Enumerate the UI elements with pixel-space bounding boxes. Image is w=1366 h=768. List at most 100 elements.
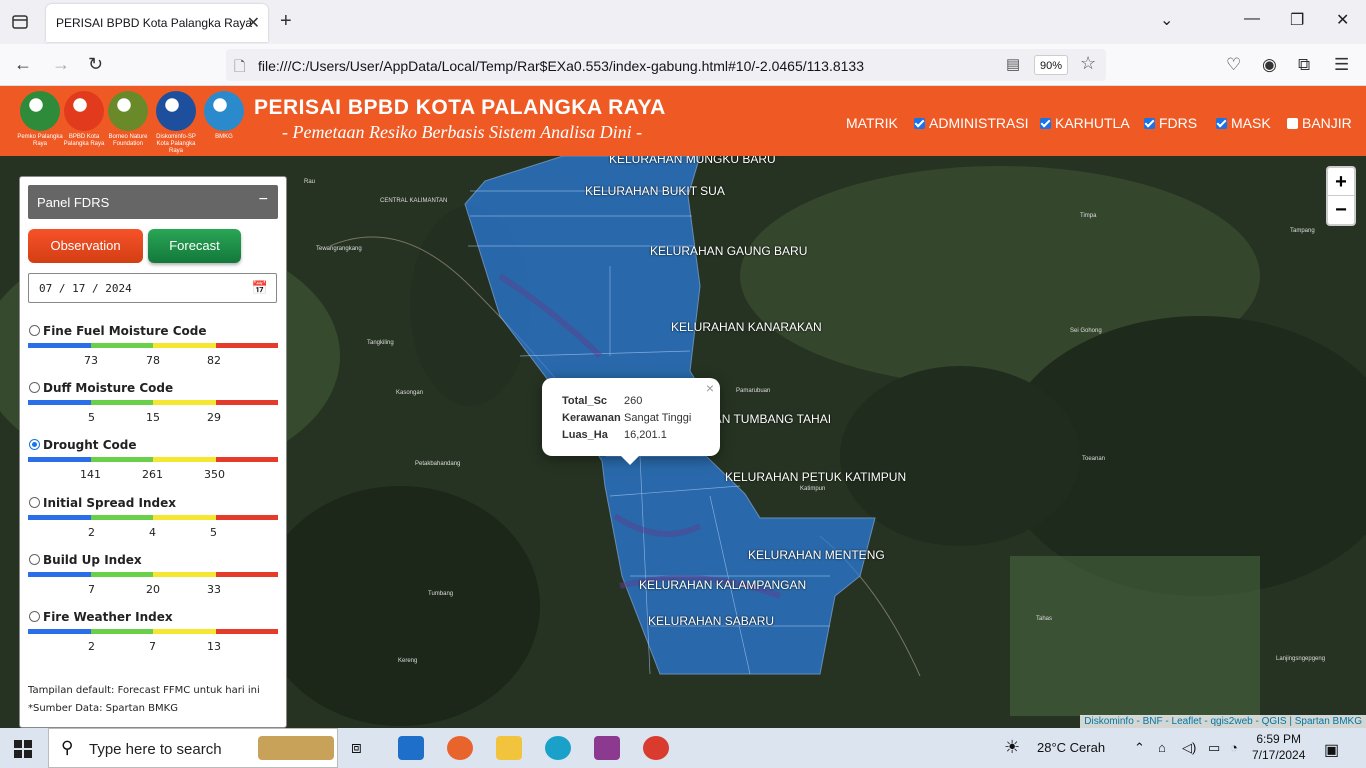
weather-text[interactable]: 28°C Cerah — [1037, 740, 1105, 755]
chevron-up-icon[interactable]: ⌃ — [1134, 740, 1145, 756]
windows-start-icon[interactable] — [14, 740, 32, 758]
back-icon[interactable]: ← — [14, 54, 32, 75]
url-text[interactable]: file:///C:/Users/User/AppData/Local/Temp… — [258, 58, 864, 74]
radio-button[interactable] — [29, 382, 40, 393]
place-label: Timpa — [1080, 213, 1097, 219]
mail-icon[interactable] — [398, 736, 424, 760]
radio-button[interactable] — [29, 325, 40, 336]
app-header: Pemko Palangka Raya BPBD Kota Palangka R… — [0, 86, 1366, 156]
radio-button[interactable] — [29, 439, 40, 450]
zoom-level[interactable]: 90% — [1034, 55, 1068, 75]
index-duff-moisture-code: Duff Moisture Code 5 15 29 — [28, 381, 278, 437]
extensions-icon[interactable]: ⧉ — [1298, 55, 1310, 75]
minimize-icon[interactable]: — — [1244, 10, 1260, 28]
index-fine-fuel-moisture-code: Fine Fuel Moisture Code 73 78 82 — [28, 324, 278, 380]
radio-button[interactable] — [29, 554, 40, 565]
account-icon[interactable]: ◉ — [1262, 55, 1277, 75]
task-view-icon[interactable]: ⧈ — [351, 738, 362, 758]
menu-label: BANJIR — [1302, 115, 1352, 131]
scale-tick: 350 — [204, 468, 225, 481]
network-icon[interactable]: ⌂ — [1158, 740, 1166, 755]
system-clock[interactable]: 6:59 PM 7/17/2024 — [1252, 731, 1305, 763]
restore-icon[interactable]: ❐ — [1290, 10, 1304, 30]
collapse-icon[interactable]: − — [259, 191, 268, 209]
popup-value: 16,201.1 — [624, 429, 667, 441]
zoom-in-button[interactable]: + — [1328, 168, 1354, 196]
menu-label: MASK — [1231, 115, 1271, 131]
observation-button[interactable]: Observation — [28, 229, 143, 263]
file-explorer-icon[interactable] — [496, 736, 522, 760]
index-label[interactable]: Fine Fuel Moisture Code — [43, 324, 206, 338]
forward-icon[interactable]: → — [52, 54, 70, 75]
scale-tick: 5 — [88, 411, 95, 424]
forecast-button[interactable]: Forecast — [148, 229, 241, 263]
app-subtitle: - Pemetaan Resiko Berbasis Sistem Analis… — [282, 122, 643, 142]
map-attribution[interactable]: Diskominfo - BNF - Leaflet - qgis2web - … — [1080, 715, 1366, 728]
menu-karhutla[interactable]: KARHUTLA — [1040, 115, 1130, 131]
notifications-icon[interactable]: ▣ — [1324, 740, 1339, 760]
pocket-icon[interactable]: ♡ — [1226, 55, 1241, 75]
volume-icon[interactable]: ◁) — [1182, 740, 1196, 756]
menu-administrasi[interactable]: ADMINISTRASI — [914, 115, 1029, 131]
close-window-icon[interactable]: ✕ — [1336, 10, 1349, 30]
browser-tabbar: PERISAI BPBD Kota Palangka Raya ✕ + ⌄ — … — [0, 0, 1366, 44]
list-all-tabs-icon[interactable]: ⌄ — [1160, 10, 1173, 30]
color-scale — [28, 343, 278, 348]
checkbox[interactable] — [1216, 117, 1227, 129]
index-label[interactable]: Initial Spread Index — [43, 496, 176, 510]
tab-list-icon[interactable] — [10, 12, 30, 32]
firefox-icon[interactable] — [447, 736, 473, 760]
zoom-out-button[interactable]: − — [1328, 196, 1354, 224]
scale-tick: 13 — [207, 640, 221, 653]
place-label: Sei Gohong — [1070, 328, 1102, 334]
kelurahan-label: KELURAHAN MENTENG — [748, 548, 885, 562]
close-tab-icon[interactable]: ✕ — [247, 13, 260, 33]
radio-button[interactable] — [29, 497, 40, 508]
bookmark-star-icon[interactable]: ☆ — [1080, 53, 1096, 74]
checkbox[interactable] — [1287, 117, 1298, 129]
scale-tick: 78 — [146, 354, 160, 367]
winrar-icon[interactable] — [594, 736, 620, 760]
index-build-up-index: Build Up Index 7 20 33 — [28, 553, 278, 609]
index-fire-weather-index: Fire Weather Index 2 7 13 — [28, 610, 278, 666]
search-highlight-image[interactable] — [258, 736, 334, 760]
popup-key: Total_Sc — [562, 395, 608, 407]
kelurahan-label: KELURAHAN KALAMPANGAN — [639, 578, 807, 592]
reader-view-icon[interactable]: ▤ — [1006, 55, 1020, 73]
menu-matrik[interactable]: MATRIK — [846, 115, 898, 131]
wifi-icon[interactable]: ◔ — [1230, 740, 1238, 755]
weather-icon[interactable]: ☀ — [1004, 737, 1020, 758]
logo-caption: Borneo Nature Foundation — [108, 134, 148, 147]
browser-tab[interactable]: PERISAI BPBD Kota Palangka Raya ✕ — [46, 4, 268, 42]
calendar-icon[interactable]: 📅 — [252, 280, 268, 296]
app-title: PERISAI BPBD KOTA PALANGKA RAYA — [254, 96, 666, 119]
menu-icon[interactable]: ☰ — [1334, 55, 1349, 75]
close-icon[interactable]: × — [706, 380, 714, 396]
scale-tick: 15 — [146, 411, 160, 424]
edge-icon[interactable] — [545, 736, 571, 760]
index-label[interactable]: Duff Moisture Code — [43, 381, 173, 395]
index-label[interactable]: Build Up Index — [43, 553, 142, 567]
radio-button[interactable] — [29, 611, 40, 622]
index-label[interactable]: Drought Code — [43, 438, 137, 452]
new-tab-icon[interactable]: + — [280, 10, 292, 33]
panel-header[interactable]: Panel FDRS − — [28, 185, 278, 219]
place-label: Katimpun — [800, 486, 826, 492]
checkbox[interactable] — [914, 117, 925, 129]
menu-mask[interactable]: MASK — [1216, 115, 1271, 131]
battery-icon[interactable]: ▭ — [1208, 740, 1220, 756]
menu-fdrs[interactable]: FDRS — [1144, 115, 1197, 131]
color-scale — [28, 457, 278, 462]
url-bar[interactable]: 🗋 file:///C:/Users/User/AppData/Local/Te… — [226, 49, 1106, 81]
date-input[interactable]: 07 / 17 / 2024 📅 — [28, 273, 277, 303]
place-label: Pamarubuan — [736, 388, 771, 394]
scale-tick: 29 — [207, 411, 221, 424]
checkbox[interactable] — [1040, 117, 1051, 129]
index-initial-spread-index: Initial Spread Index 2 4 5 — [28, 496, 278, 552]
chrome-icon[interactable] — [643, 736, 669, 760]
menu-banjir[interactable]: BANJIR — [1287, 115, 1352, 131]
map-view[interactable]: KELURAHAN MUNGKU BARU KELURAHAN BUKIT SU… — [0, 156, 1366, 728]
index-label[interactable]: Fire Weather Index — [43, 610, 173, 624]
checkbox[interactable] — [1144, 117, 1155, 129]
reload-icon[interactable]: ↻ — [88, 54, 103, 75]
